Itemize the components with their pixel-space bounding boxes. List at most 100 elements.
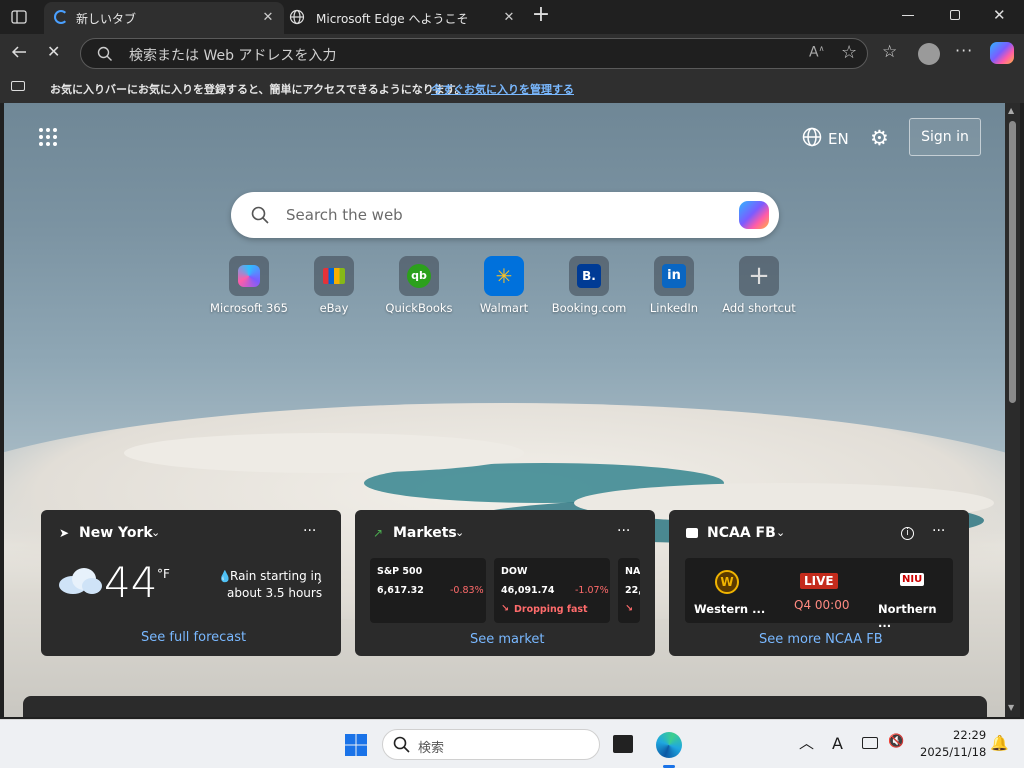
taskbar: 検索 ︿ A 🔇 22:29 2025/11/18 🔔: [0, 719, 1024, 768]
address-bar[interactable]: 検索または Web アドレスを入力 A∧ ☆: [80, 38, 868, 69]
minimize-button[interactable]: [902, 15, 914, 16]
see-forecast-link[interactable]: See full forecast: [141, 630, 246, 645]
trend-down-icon: ↘: [501, 603, 509, 614]
sign-in-button[interactable]: Sign in: [909, 118, 981, 156]
globe-icon: [289, 9, 305, 28]
search-input[interactable]: Search the web: [286, 206, 403, 224]
scroll-down-arrow[interactable]: ▼: [1008, 703, 1014, 712]
shortcut-label: Microsoft 365: [210, 301, 288, 315]
task-view-icon[interactable]: [613, 735, 633, 753]
language-label: EN: [828, 130, 849, 148]
clock-date[interactable]: 2025/11/18: [920, 745, 986, 759]
shortcut-booking[interactable]: B. Booking.com: [544, 256, 634, 315]
forecast-line-1: Rain starting in: [230, 569, 322, 583]
ime-indicator[interactable]: A: [832, 734, 843, 753]
live-badge: LIVE: [800, 573, 838, 589]
chevron-down-icon[interactable]: ⌄: [455, 526, 464, 539]
linkedin-icon: in: [654, 256, 694, 296]
game-tile[interactable]: W Western ... LIVE Q4 00:00 NIU Northern…: [685, 558, 953, 630]
stock-tile-sp500[interactable]: S&P 500 6,617.32 -0.83%: [370, 558, 486, 623]
taskbar-search-box[interactable]: 検索: [382, 729, 600, 760]
favorite-star-icon[interactable]: ☆: [841, 42, 857, 63]
windows-start-icon[interactable]: [344, 733, 368, 761]
restore-button[interactable]: [950, 10, 960, 20]
trend-up-icon: ↗: [373, 526, 384, 540]
sports-title[interactable]: NCAA FB: [707, 525, 776, 541]
scrollbar[interactable]: ▲ ▼: [1005, 103, 1020, 717]
shortcut-label: Booking.com: [551, 301, 627, 315]
stock-note: Dropping fast: [514, 604, 588, 615]
shortcut-walmart[interactable]: ✳ Walmart: [459, 256, 549, 315]
tab-welcome[interactable]: Microsoft Edge へようこそ ✕: [285, 2, 525, 34]
see-market-link[interactable]: See market: [470, 632, 545, 647]
more-options-icon[interactable]: ···: [955, 41, 973, 60]
shortcut-quickbooks[interactable]: qb QuickBooks: [374, 256, 464, 315]
stock-name: NA: [625, 566, 640, 577]
tab-new-tab[interactable]: 新しいタブ ✕: [44, 2, 284, 34]
new-tab-button[interactable]: +: [530, 4, 552, 27]
weather-location[interactable]: New York: [79, 525, 153, 541]
edge-icon[interactable]: [656, 732, 682, 758]
markets-card[interactable]: ↗ Markets ⌄ ··· S&P 500 6,617.32 -0.83% …: [355, 510, 655, 656]
copilot-icon[interactable]: [990, 42, 1014, 64]
more-options-icon[interactable]: ···: [932, 523, 945, 539]
scrollbar-thumb[interactable]: [1009, 121, 1016, 403]
network-icon[interactable]: [862, 737, 878, 749]
new-tab-page: EN ⚙ Sign in Search the web Microsoft 36…: [4, 103, 1005, 717]
chevron-right-icon[interactable]: ›: [317, 574, 322, 589]
profile-avatar[interactable]: [918, 43, 940, 65]
see-more-sports-link[interactable]: See more NCAA FB: [759, 632, 883, 647]
copilot-icon[interactable]: [739, 201, 769, 229]
read-aloud-icon[interactable]: A∧: [809, 44, 824, 61]
stop-loading-button[interactable]: ✕: [47, 42, 60, 61]
shortcut-label: eBay: [319, 301, 349, 315]
team2-logo: NIU: [900, 573, 925, 586]
globe-icon: [802, 127, 822, 151]
trend-down-icon: ↘: [625, 603, 633, 614]
shortcut-add[interactable]: + Add shortcut: [714, 256, 804, 315]
address-input[interactable]: 検索または Web アドレスを入力: [129, 45, 336, 65]
settings-gear-icon[interactable]: ⚙: [870, 126, 889, 150]
stock-tile-dow[interactable]: DOW 46,091.74 -1.07% ↘ Dropping fast: [494, 558, 610, 623]
language-button[interactable]: EN: [802, 127, 849, 151]
manage-favorites-link[interactable]: 今すぐお気に入りを管理する: [431, 81, 574, 97]
stock-value: 22,: [625, 585, 640, 596]
shortcut-label: Walmart: [479, 301, 529, 315]
scroll-up-arrow[interactable]: ▲: [1008, 106, 1014, 115]
stock-name: DOW: [501, 566, 528, 577]
notification-bell-icon[interactable]: 🔔: [990, 734, 1009, 752]
shortcut-ebay[interactable]: eBay: [289, 256, 379, 315]
weather-card[interactable]: ➤ New York ⌄ ··· 44 °F 💧 Rain starting i…: [41, 510, 341, 656]
tab-actions-icon[interactable]: [10, 8, 28, 26]
sports-card[interactable]: NCAA FB ⌄ i ··· W Western ... LIVE Q4 00…: [669, 510, 969, 656]
stock-tile-nasdaq[interactable]: NA 22, ↘: [618, 558, 640, 623]
chevron-down-icon[interactable]: ⌄: [151, 526, 160, 539]
booking-icon: B.: [569, 256, 609, 296]
game-clock: Q4 00:00: [794, 598, 850, 612]
temperature-value: 44: [104, 558, 158, 607]
taskbar-search-placeholder: 検索: [418, 741, 445, 756]
back-button[interactable]: [10, 43, 28, 65]
dune: [124, 433, 524, 473]
stock-value: 46,091.74: [501, 585, 555, 596]
tab-title: 新しいタブ: [76, 12, 137, 26]
clock-time[interactable]: 22:29: [953, 728, 986, 742]
shortcut-linkedin[interactable]: in LinkedIn: [629, 256, 719, 315]
info-icon[interactable]: i: [901, 527, 914, 540]
chevron-up-icon[interactable]: ︿: [799, 732, 814, 753]
shortcut-microsoft-365[interactable]: Microsoft 365: [204, 256, 294, 315]
close-tab-icon[interactable]: ✕: [501, 10, 517, 26]
close-window-button[interactable]: ✕: [993, 6, 1006, 24]
ncaa-logo-icon: [686, 528, 698, 538]
more-options-icon[interactable]: ···: [617, 523, 630, 539]
apps-launcher-icon[interactable]: [38, 127, 58, 151]
favorites-bar-icon: [11, 81, 25, 91]
web-search-box[interactable]: Search the web: [231, 192, 779, 238]
markets-title[interactable]: Markets: [393, 525, 457, 541]
chevron-down-icon[interactable]: ⌄: [776, 526, 785, 539]
close-tab-icon[interactable]: ✕: [260, 10, 276, 26]
favorites-icon[interactable]: ☆: [882, 42, 897, 62]
volume-muted-icon[interactable]: 🔇: [888, 734, 904, 749]
microsoft-365-icon: [229, 256, 269, 296]
more-options-icon[interactable]: ···: [303, 523, 316, 539]
